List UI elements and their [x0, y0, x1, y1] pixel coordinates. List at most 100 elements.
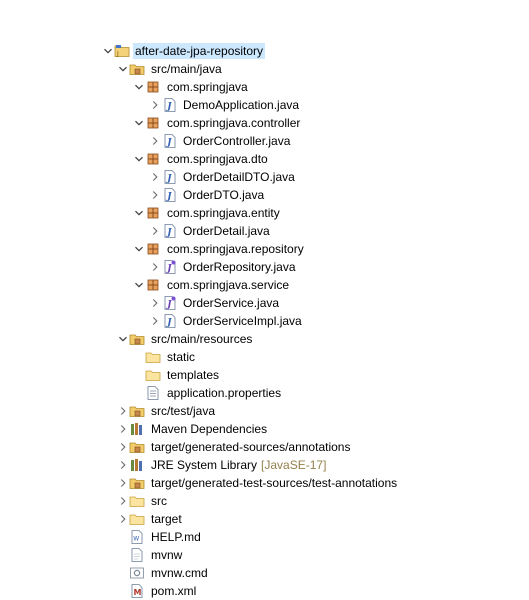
tree-item[interactable]: com.springjava.repository: [0, 240, 529, 258]
tree-item[interactable]: J DemoApplication.java: [0, 96, 529, 114]
chevron-down-icon[interactable]: [117, 333, 129, 345]
tree-item-label: DemoApplication.java: [181, 97, 301, 113]
tree-item[interactable]: target/generated-sources/annotations: [0, 438, 529, 456]
tree-item[interactable]: templates: [0, 366, 529, 384]
tree-item-label: com.springjava: [165, 79, 250, 95]
tree-item-text: HELP.md: [151, 530, 201, 544]
tree-item[interactable]: mvnw.cmd: [0, 564, 529, 582]
tree-item-label: target: [149, 511, 184, 527]
chevron-right-icon[interactable]: [149, 297, 161, 309]
tree-item[interactable]: com.springjava.entity: [0, 204, 529, 222]
tree-item-text: static: [167, 350, 196, 364]
tree-item[interactable]: com.springjava: [0, 78, 529, 96]
tree-item[interactable]: Maven Dependencies: [0, 420, 529, 438]
tree-item[interactable]: J OrderService.java: [0, 294, 529, 312]
tree-item[interactable]: src: [0, 492, 529, 510]
tree-item-label: com.springjava.service: [165, 277, 291, 293]
tree-item[interactable]: mvnw: [0, 546, 529, 564]
tree-item-label: com.springjava.controller: [165, 115, 302, 131]
chevron-down-icon[interactable]: [117, 63, 129, 75]
tree-item[interactable]: application.properties: [0, 384, 529, 402]
tree-item[interactable]: src/main/java: [0, 60, 529, 78]
tree-item[interactable]: com.springjava.dto: [0, 150, 529, 168]
tree-item[interactable]: static: [0, 348, 529, 366]
tree-item-label: com.springjava.dto: [165, 151, 270, 167]
tree-item-text: OrderDetailDTO.java: [183, 170, 295, 184]
chevron-down-icon[interactable]: [133, 117, 145, 129]
tree-item[interactable]: J OrderDetail.java: [0, 222, 529, 240]
tree-item-text: com.springjava.dto: [167, 152, 268, 166]
tree-item-text: src/test/java: [151, 404, 216, 418]
tree-item-label: application.properties: [165, 385, 283, 401]
chevron-right-icon[interactable]: [117, 513, 129, 525]
chevron-right-icon[interactable]: [117, 477, 129, 489]
tree-item-text: OrderRepository.java: [183, 260, 296, 274]
chevron-down-icon[interactable]: [133, 207, 145, 219]
tree-item-text: src/main/java: [151, 62, 222, 76]
chevron-down-icon[interactable]: [133, 81, 145, 93]
tree-item[interactable]: J OrderDTO.java: [0, 186, 529, 204]
svg-text:J: J: [165, 264, 172, 274]
chevron-right-icon[interactable]: [117, 405, 129, 417]
svg-text:J: J: [165, 318, 172, 328]
chevron-down-icon[interactable]: [102, 45, 114, 57]
tree-item-label: src/main/resources: [149, 331, 254, 347]
tree-item[interactable]: com.springjava.controller: [0, 114, 529, 132]
tree-item[interactable]: src/test/java: [0, 402, 529, 420]
chevron-right-icon[interactable]: [117, 423, 129, 435]
chevron-right-icon[interactable]: [117, 441, 129, 453]
chevron-right-icon[interactable]: [149, 189, 161, 201]
package-icon: [145, 241, 161, 257]
tree-item-text: target/generated-test-sources/test-annot…: [151, 476, 398, 490]
tree-item-text: com.springjava.repository: [167, 242, 304, 256]
tree-item-text: OrderServiceImpl.java: [183, 314, 302, 328]
tree-item-label: OrderRepository.java: [181, 259, 298, 275]
tree-item[interactable]: com.springjava.service: [0, 276, 529, 294]
chevron-right-icon[interactable]: [149, 171, 161, 183]
tree-item[interactable]: W HELP.md: [0, 528, 529, 546]
chevron-down-icon[interactable]: [133, 279, 145, 291]
java-interface-file-icon: J: [162, 295, 178, 311]
tree-item-text: src: [151, 494, 167, 508]
chevron-right-icon[interactable]: [149, 261, 161, 273]
chevron-down-icon[interactable]: [133, 153, 145, 165]
tree-item-label: OrderService.java: [181, 295, 281, 311]
svg-text:J: J: [116, 51, 119, 58]
tree-item[interactable]: J OrderServiceImpl.java: [0, 312, 529, 330]
tree-item[interactable]: Jafter-date-jpa-repository: [0, 42, 529, 60]
tree-item-label: com.springjava.repository: [165, 241, 306, 257]
tree-item[interactable]: target: [0, 510, 529, 528]
tree-item[interactable]: Mpom.xml: [0, 582, 529, 600]
chevron-right-icon[interactable]: [149, 135, 161, 147]
tree-item[interactable]: target/generated-test-sources/test-annot…: [0, 474, 529, 492]
svg-text:J: J: [165, 228, 172, 238]
tree-item-text: DemoApplication.java: [183, 98, 300, 112]
tree-item[interactable]: J OrderController.java: [0, 132, 529, 150]
java-file-icon: J: [162, 313, 178, 329]
tree-item-label: target/generated-test-sources/test-annot…: [149, 475, 399, 491]
tree-item[interactable]: J OrderRepository.java: [0, 258, 529, 276]
svg-text:M: M: [134, 588, 142, 597]
chevron-right-icon[interactable]: [117, 459, 129, 471]
chevron-right-icon[interactable]: [117, 495, 129, 507]
tree-item-text: com.springjava.service: [167, 278, 290, 292]
tree-item-text: JRE System Library: [151, 458, 258, 472]
tree-item[interactable]: src/main/resources: [0, 330, 529, 348]
folder-icon: [145, 349, 161, 365]
package-icon: [145, 79, 161, 95]
tree-item-text: target/generated-sources/annotations: [151, 440, 351, 454]
chevron-down-icon[interactable]: [133, 243, 145, 255]
java-file-icon: J: [162, 133, 178, 149]
tree-item-label: templates: [165, 367, 221, 383]
tree-item-label: OrderController.java: [181, 133, 292, 149]
tree-item[interactable]: J OrderDetailDTO.java: [0, 168, 529, 186]
chevron-right-icon[interactable]: [149, 315, 161, 327]
tree-item-text: com.springjava: [167, 80, 248, 94]
tree-item-decoration: [JavaSE-17]: [261, 458, 327, 472]
tree-item-label: mvnw.cmd: [149, 565, 210, 581]
folder-icon: [129, 511, 145, 527]
chevron-right-icon[interactable]: [149, 225, 161, 237]
tree-item-label: OrderDetailDTO.java: [181, 169, 297, 185]
tree-item[interactable]: JRE System Library [JavaSE-17]: [0, 456, 529, 474]
chevron-right-icon[interactable]: [149, 99, 161, 111]
